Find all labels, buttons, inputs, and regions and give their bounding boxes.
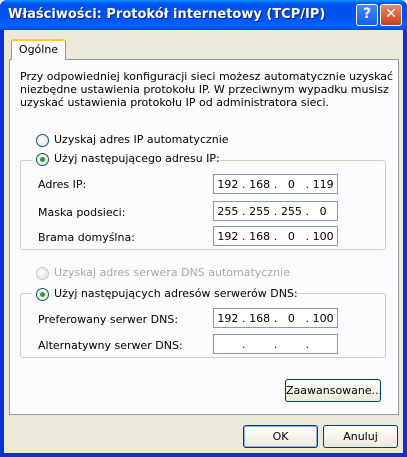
radio-dns-auto[interactable] <box>36 267 49 280</box>
default-gateway-field[interactable]: 192. 168. 0. 100 <box>213 226 338 246</box>
window-title: Właściwości: Protokół internetowy (TCP/I… <box>8 7 326 22</box>
ip-address-field[interactable]: 192. 168. 0. 119 <box>213 174 338 194</box>
radio-dns-auto-label[interactable]: Uzyskaj adres serwera DNS automatycznie <box>54 266 290 279</box>
cancel-button[interactable]: Anuluj <box>323 425 398 448</box>
title-bar[interactable]: Właściwości: Protokół internetowy (TCP/I… <box>0 0 407 30</box>
default-gateway-label: Brama domyślna: <box>38 231 135 244</box>
dialog-client-area: Ogólne Przy odpowiedniej konfiguracji si… <box>4 30 403 453</box>
radio-ip-auto-label[interactable]: Uzyskaj adres IP automatycznie <box>54 133 229 146</box>
radio-dns-manual[interactable] <box>36 288 49 301</box>
radio-ip-manual[interactable] <box>36 153 49 166</box>
radio-dns-manual-label[interactable]: Użyj następujących adresów serwerów DNS: <box>54 287 298 300</box>
description-text: Przy odpowiedniej konfiguracji sieci moż… <box>20 70 394 109</box>
radio-ip-auto[interactable] <box>36 134 49 147</box>
alternate-dns-label: Alternatywny serwer DNS: <box>38 339 183 352</box>
preferred-dns-label: Preferowany serwer DNS: <box>38 313 179 326</box>
alternate-dns-field[interactable]: . . . <box>213 334 338 354</box>
subnet-mask-label: Maska podsieci: <box>38 206 126 219</box>
radio-ip-manual-label[interactable]: Użyj następującego adresu IP: <box>54 152 220 165</box>
subnet-mask-field[interactable]: 255. 255. 255. 0 <box>213 201 338 221</box>
description-line: Przy odpowiedniej konfiguracji sieci moż… <box>20 70 394 83</box>
description-line: niezbędne ustawienia protokołu IP. W prz… <box>20 83 389 96</box>
help-button[interactable]: ? <box>356 4 378 26</box>
ok-button[interactable]: OK <box>243 425 318 448</box>
properties-dialog: Właściwości: Protokół internetowy (TCP/I… <box>0 0 407 457</box>
description-line: uzyskać ustawienia protokołu IP od admin… <box>20 96 329 109</box>
ip-address-label: Adres IP: <box>38 178 87 191</box>
tab-general[interactable]: Ogólne <box>11 39 66 60</box>
close-button[interactable]: ✕ <box>380 4 402 26</box>
advanced-button[interactable]: Zaawansowane... <box>285 379 382 402</box>
preferred-dns-field[interactable]: 192. 168. 0. 100 <box>213 308 338 328</box>
